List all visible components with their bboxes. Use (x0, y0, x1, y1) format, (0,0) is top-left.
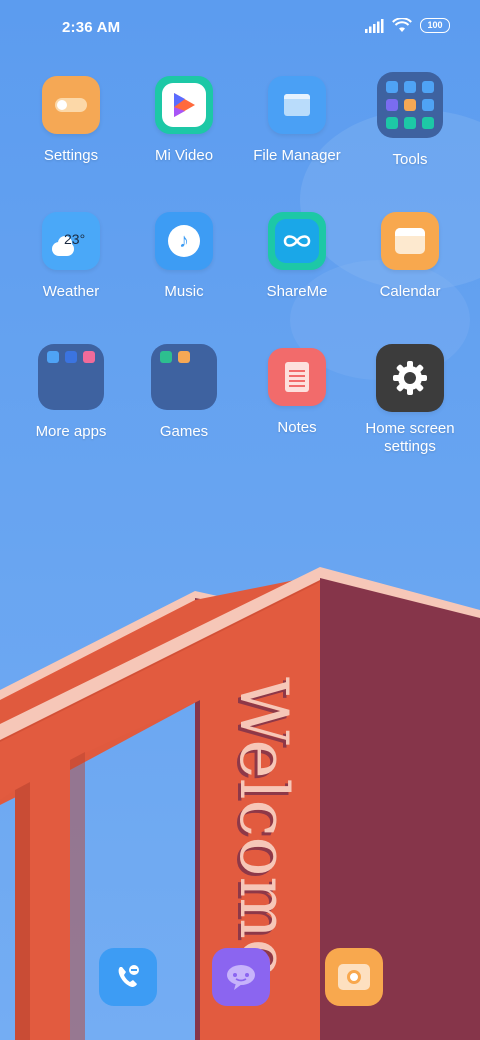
app-home-screen-settings[interactable]: Home screen settings (355, 344, 465, 456)
app-label: Calendar (379, 283, 441, 300)
play-icon (155, 76, 213, 134)
app-label: Mi Video (154, 147, 214, 164)
app-music[interactable]: ♪ Music (129, 212, 239, 301)
wallpaper-welcome-text: Welcome (225, 677, 302, 978)
infinity-icon (268, 212, 326, 270)
weather-temperature: 23° (64, 231, 86, 247)
message-icon[interactable] (212, 948, 270, 1006)
app-label: Music (164, 283, 204, 300)
status-icons: 100 (364, 18, 450, 33)
music-icon: ♪ (155, 212, 213, 270)
tools-folder-icon (377, 72, 443, 138)
wifi-icon (392, 18, 412, 32)
app-weather[interactable]: 23° Weather (16, 212, 126, 301)
app-more-apps[interactable]: More apps (16, 344, 126, 441)
games-folder-icon (151, 344, 217, 410)
app-notes[interactable]: Notes (242, 348, 352, 437)
app-tools[interactable]: Tools (355, 72, 465, 169)
more-apps-folder-icon (38, 344, 104, 410)
status-time: 2:36 AM (62, 19, 121, 36)
app-settings[interactable]: Settings (16, 76, 126, 165)
gear-icon (376, 344, 444, 412)
weather-icon: 23° (42, 212, 100, 270)
dock (0, 946, 480, 1006)
status-bar: 2:36 AM 100 (0, 0, 480, 56)
notes-icon (268, 348, 326, 406)
app-label: More apps (35, 423, 107, 440)
battery-indicator: 100 (420, 18, 450, 33)
app-label: Notes (277, 419, 317, 436)
app-shareme[interactable]: ShareMe (242, 212, 352, 301)
app-label: Home screen settings (365, 420, 455, 455)
app-label: Weather (42, 283, 100, 300)
app-calendar[interactable]: Calendar (355, 212, 465, 301)
phone-icon[interactable] (99, 948, 157, 1006)
calendar-icon (381, 212, 439, 270)
app-label: ShareMe (266, 283, 328, 300)
settings-toggle-icon (42, 76, 100, 134)
app-mi-video[interactable]: Mi Video (129, 76, 239, 165)
app-games[interactable]: Games (129, 344, 239, 441)
camera-icon[interactable] (325, 948, 383, 1006)
app-label: Tools (392, 151, 428, 168)
app-file-manager[interactable]: File Manager (242, 76, 352, 165)
app-label: Settings (43, 147, 99, 164)
app-label: File Manager (253, 147, 341, 164)
folder-icon (268, 76, 326, 134)
app-label: Games (159, 423, 209, 440)
signal-icon (365, 18, 384, 33)
